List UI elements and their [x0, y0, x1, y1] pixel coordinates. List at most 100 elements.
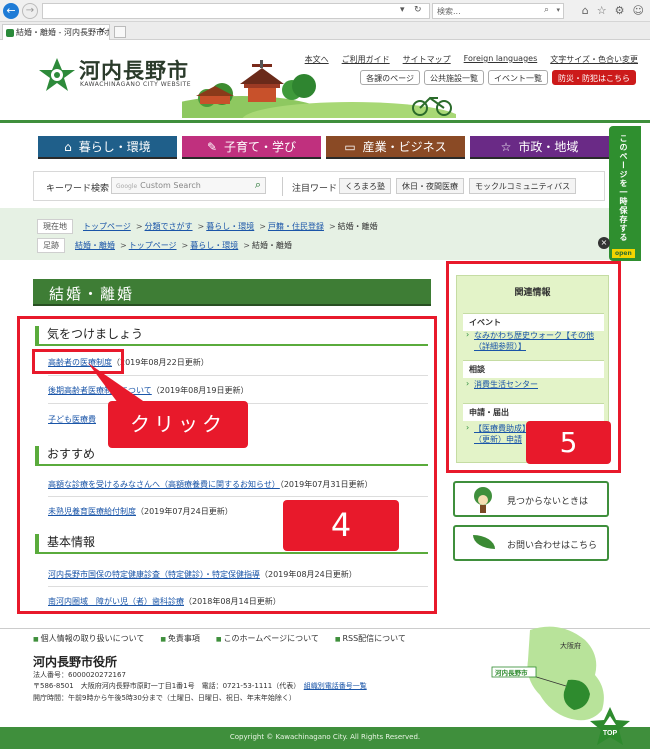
keyword-search-label: キーワード検索 [46, 184, 110, 194]
list-item-date: （2019年08月24日更新） [260, 570, 357, 579]
city-hall-name: 河内長野市役所 [33, 655, 118, 669]
open-label: open [612, 249, 635, 258]
list-item-link[interactable]: 未熟児養育医療給付制度 [48, 507, 136, 516]
privacy-link[interactable]: 個人情報の取り扱いについて [33, 633, 145, 644]
rss-link[interactable]: RSS配信について [335, 633, 405, 644]
crumb-registry[interactable]: 戸籍・住民登録 [268, 222, 324, 231]
main-navigation: ⌂ 暮らし・環境 ✎ 子育て・学び ▭ 産業・ビジネス ☆ 市政・地域 [38, 136, 609, 159]
history-tag: 足跡 [37, 238, 65, 253]
list-item-link[interactable]: 河内長野市国保の特定健康診査（特定健診）・特定保健指導 [48, 570, 260, 579]
list-item: 後期高齢者医療制度について（2019年08月19日更新） [48, 385, 248, 396]
nav-living-environment[interactable]: ⌂ 暮らし・環境 [38, 136, 177, 159]
list-item-link[interactable]: 南河内圏域 障がい児（者）歯科診療 [48, 597, 184, 606]
close-tab-icon[interactable]: × [98, 26, 106, 36]
related-link[interactable]: 消費生活センター [466, 379, 601, 390]
address-bar[interactable] [42, 3, 430, 19]
history-item[interactable]: 結婚・離婚 [75, 241, 115, 250]
related-info-title: 関連情報 [514, 288, 551, 298]
browser-search-input[interactable]: 検索... ⌕ ▾ [432, 3, 564, 19]
nav-label: 子育て・学び [224, 140, 297, 154]
address-text: 〒586-8501 大阪府河内長野市原町一丁目1番1号 電話：0721-53-1… [33, 682, 297, 690]
toolbar-icons: ⌂ ☆ ⚙ ☺ [582, 4, 644, 17]
list-item-date: （2018年08月14日更新） [184, 597, 281, 606]
history-item-current: 結婚・離婚 [251, 241, 292, 250]
back-button[interactable]: ← [3, 3, 19, 19]
list-item: 河内長野市国保の特定健康診査（特定健診）・特定保健指導（2019年08月24日更… [48, 569, 357, 580]
text-size-color-link[interactable]: 文字サイズ・色合い変更 [550, 54, 638, 65]
browser-tab[interactable]: 結婚・離婚 - 河内長野市ホ... × [2, 24, 110, 40]
about-site-link[interactable]: このホームページについて [216, 633, 319, 644]
map-label-city: 河内長野市 [495, 668, 528, 677]
crumb-living[interactable]: 暮らし・環境 [206, 222, 254, 231]
public-facilities-button[interactable]: 公共施設一覧 [424, 70, 484, 85]
save-page-label: このページを一時保存する [619, 134, 628, 242]
briefcase-icon: ▭ [344, 139, 356, 154]
history-item[interactable]: 暮らし・環境 [190, 241, 238, 250]
list-item: 未熟児養育医療給付制度（2019年07月24日更新） [48, 506, 233, 517]
smiley-icon[interactable]: ☺ [633, 4, 644, 17]
city-emblem-icon[interactable] [37, 56, 77, 94]
list-item-link[interactable]: 子ども医療費 [48, 415, 96, 424]
user-guide-link[interactable]: ご利用ガイド [342, 54, 390, 65]
disclaimer-link[interactable]: 免責事項 [160, 633, 200, 644]
search-placeholder: Custom Search [140, 181, 201, 190]
history-item[interactable]: トップページ [129, 241, 177, 250]
section-heading: おすすめ [35, 446, 428, 466]
crumb-category[interactable]: 分類でさがす [145, 222, 193, 231]
related-group-heading: 相談 [463, 360, 604, 378]
department-pages-button[interactable]: 各課のページ [360, 70, 420, 85]
not-found-button[interactable]: 見つからないときは [453, 481, 609, 517]
header-divider [0, 120, 650, 123]
copyright: Copyright © Kawachinagano City. All Righ… [0, 727, 650, 749]
search-icon[interactable]: ⌕ [544, 5, 549, 15]
nav-label: 暮らし・環境 [78, 140, 151, 154]
step-badge-5: 5 [526, 421, 611, 464]
nav-industry-business[interactable]: ▭ 産業・ビジネス [326, 136, 465, 159]
save-page-tab[interactable]: このページを一時保存する open [609, 126, 641, 261]
list-item-link[interactable]: 高額な診療を受けるみなさんへ（高額療養費に関するお知らせ） [48, 480, 280, 489]
site-favicon-icon [6, 29, 14, 37]
disaster-prevention-button[interactable]: 防災・防犯はこちら [552, 70, 636, 85]
keyword-search-input[interactable]: Google Custom Search ⌕ [111, 177, 266, 194]
search-icon[interactable]: ⌕ [255, 178, 261, 192]
home-icon[interactable]: ⌂ [582, 4, 589, 17]
favorites-star-icon[interactable]: ☆ [597, 4, 607, 17]
mascot-icon [474, 487, 492, 513]
nav-label: 市政・地域 [518, 140, 579, 154]
contact-button[interactable]: お問い合わせはこちら [453, 525, 609, 561]
breadcrumb-history: 足跡 結婚・離婚 > トップページ > 暮らし・環境 > 結婚・離婚 [37, 238, 294, 253]
back-to-top-button[interactable]: TOP [588, 705, 632, 749]
skip-to-content-link[interactable]: 本文へ [305, 54, 329, 65]
address-line: 〒586-8501 大阪府河内長野市原町一丁目1番1号 電話：0721-53-1… [33, 681, 367, 691]
list-item: 高額な診療を受けるみなさんへ（高額療養費に関するお知らせ）（2019年07月31… [48, 479, 373, 490]
new-tab-button[interactable] [114, 26, 126, 38]
list-item-date: （2019年08月19日更新） [151, 386, 249, 395]
nav-city-government[interactable]: ☆ 市政・地域 [470, 136, 609, 159]
keyword-search-bar: キーワード検索 Google Custom Search ⌕ 注目ワード くろまろ… [33, 171, 605, 201]
attention-word-kuromaro[interactable]: くろまろ塾 [339, 178, 391, 194]
chevron-down-icon[interactable]: ▾ [556, 6, 560, 14]
crumb-current: 結婚・離婚 [337, 222, 378, 231]
directory-link[interactable]: 組織別電話番号一覧 [304, 682, 367, 690]
pencil-icon: ✎ [206, 139, 218, 154]
corporate-number: 法人番号：6000020272167 [33, 671, 126, 679]
site-logo-subtitle: KAWACHINAGANO CITY WEBSITE [80, 81, 192, 88]
attention-word-bus[interactable]: モックルコミュニティバス [469, 178, 577, 194]
related-group-heading: 申請・届出 [463, 403, 604, 421]
home-icon: ⌂ [64, 139, 72, 154]
crumb-top[interactable]: トップページ [83, 222, 131, 231]
attention-word-medical[interactable]: 休日・夜間医療 [396, 178, 464, 194]
list-item: 南河内圏域 障がい児（者）歯科診療（2018年08月14日更新） [48, 596, 281, 607]
event-list-button[interactable]: イベント一覧 [488, 70, 548, 85]
map-label-osaka: 大阪府 [560, 641, 581, 650]
header-buttons: 各課のページ 公共施設一覧 イベント一覧 防災・防犯はこちら [360, 70, 636, 85]
sitemap-link[interactable]: サイトマップ [403, 54, 451, 65]
forward-button[interactable]: → [22, 3, 38, 19]
refresh-icon[interactable]: ↻ [414, 5, 422, 15]
close-icon[interactable]: × [598, 237, 610, 249]
related-link[interactable]: なみかわち歴史ウォーク【その他（詳細参照）】 [466, 330, 601, 352]
nav-childcare-learning[interactable]: ✎ 子育て・学び [182, 136, 321, 159]
search-dropdown-icon[interactable]: ▾ [400, 5, 405, 15]
gear-icon[interactable]: ⚙ [615, 4, 625, 17]
foreign-languages-link[interactable]: Foreign languages [464, 54, 538, 65]
